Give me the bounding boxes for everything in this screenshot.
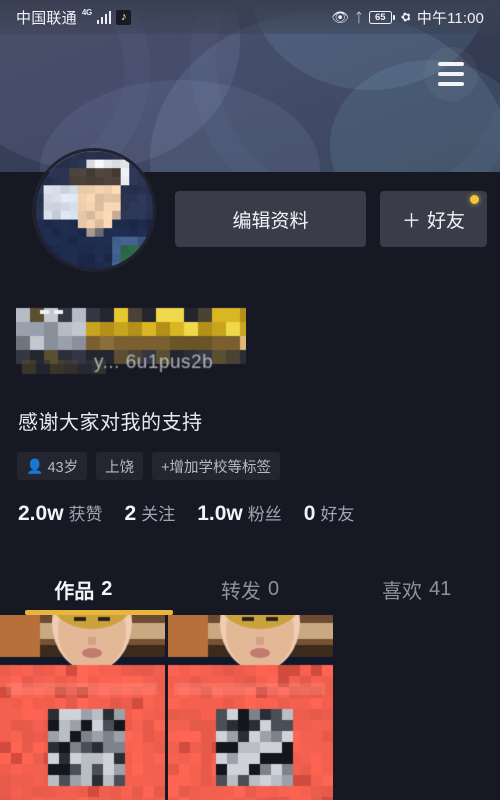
stat-likes-count: 2.0w <box>18 502 64 525</box>
battery-tip <box>392 14 395 20</box>
tab-reposts-count: 0 <box>267 577 280 600</box>
tab-works-count: 2 <box>101 577 113 600</box>
stat-following[interactable]: 2 关注 <box>125 500 176 526</box>
clock-label: 中午11:00 <box>416 9 484 27</box>
user-id-fragment: y... 6u1pus2b <box>94 352 214 373</box>
signal-bars-icon <box>96 10 112 24</box>
profile-bio: 感谢大家对我的支持 <box>18 412 203 434</box>
tab-reposts[interactable]: 转发 0 <box>167 562 334 616</box>
stat-friends-count: 0 <box>303 502 316 525</box>
profile-screen: 中国联通 4G ♪ 👁 ᛏ 65 ✿ 中午11:00 编辑资料 ＋ 好友 y..… <box>0 0 500 800</box>
video-thumbnail-image <box>0 615 165 800</box>
video-grid-empty-slot <box>336 615 500 800</box>
status-bar-right: 👁 ᛏ 65 ✿ 中午11:00 <box>331 7 484 28</box>
edit-profile-label: 编辑资料 <box>232 210 309 232</box>
profile-stats: 2.0w 获赞 2 关注 1.0w 粉丝 0 好友 <box>18 500 354 526</box>
profile-actions: 编辑资料 ＋ 好友 <box>175 191 487 247</box>
tag-add-school[interactable]: +增加学校等标签 <box>152 452 281 480</box>
tag-location[interactable]: 上饶 <box>96 452 144 480</box>
eye-care-icon: 👁 <box>331 9 349 25</box>
add-friend-button[interactable]: ＋ 好友 <box>380 191 487 247</box>
stat-friends-label: 好友 <box>320 505 355 524</box>
notification-badge-dot <box>470 195 479 204</box>
profile-tabs: 作品 2 转发 0 喜欢 41 <box>0 562 500 616</box>
tag-location-label: 上饶 <box>105 459 135 476</box>
battery-icon: 65 <box>368 10 395 24</box>
stat-followers[interactable]: 1.0w 粉丝 <box>197 500 282 526</box>
network-type-label: 4G <box>81 8 92 17</box>
tiktok-note-icon: ♪ <box>116 9 132 25</box>
stat-followers-label: 粉丝 <box>247 505 282 524</box>
tab-likes-count: 41 <box>429 577 452 600</box>
video-thumbnail-1[interactable] <box>0 615 165 800</box>
battery-level-label: 65 <box>368 10 392 24</box>
tab-works[interactable]: 作品 2 <box>0 562 167 616</box>
add-friend-label: 好友 <box>427 210 466 232</box>
leaf-power-save-icon: ✿ <box>398 8 413 26</box>
username-mosaic <box>16 300 246 388</box>
stat-followers-count: 1.0w <box>197 502 243 525</box>
tab-reposts-label: 转发 <box>220 580 261 603</box>
tab-likes[interactable]: 喜欢 41 <box>333 562 500 616</box>
tab-active-indicator <box>25 610 173 615</box>
menu-bar <box>438 62 464 66</box>
tag-age-label: 43岁 <box>47 459 79 476</box>
tab-likes-label: 喜欢 <box>382 580 423 603</box>
bluetooth-icon: ᛏ <box>355 9 363 25</box>
status-bar-left: 中国联通 4G ♪ <box>16 7 132 28</box>
plus-icon: ＋ <box>401 210 421 232</box>
stat-following-count: 2 <box>124 502 137 525</box>
username-censored: y... 6u1pus2b <box>16 300 246 388</box>
video-thumbnail-image <box>168 615 333 800</box>
tab-works-label: 作品 <box>54 580 95 603</box>
tag-age[interactable]: 👤 43岁 <box>17 452 88 480</box>
tag-add-school-label: +增加学校等标签 <box>161 459 272 476</box>
avatar[interactable] <box>32 148 156 272</box>
carrier-label: 中国联通 <box>16 9 77 27</box>
stat-likes-label: 获赞 <box>68 505 103 524</box>
stat-following-label: 关注 <box>141 505 176 524</box>
status-bar: 中国联通 4G ♪ 👁 ᛏ 65 ✿ 中午11:00 <box>0 0 500 34</box>
menu-bar <box>438 72 464 76</box>
person-icon: 👤 <box>26 458 44 474</box>
menu-bar <box>438 82 464 86</box>
video-thumbnail-2[interactable] <box>168 615 333 800</box>
stat-likes[interactable]: 2.0w 获赞 <box>18 500 103 526</box>
video-grid <box>0 615 500 800</box>
stat-friends[interactable]: 0 好友 <box>304 500 355 526</box>
avatar-image-censored <box>35 151 153 269</box>
profile-tags: 👤 43岁 上饶 +增加学校等标签 <box>17 452 281 480</box>
hamburger-menu-icon[interactable] <box>424 47 478 101</box>
edit-profile-button[interactable]: 编辑资料 <box>175 191 366 247</box>
